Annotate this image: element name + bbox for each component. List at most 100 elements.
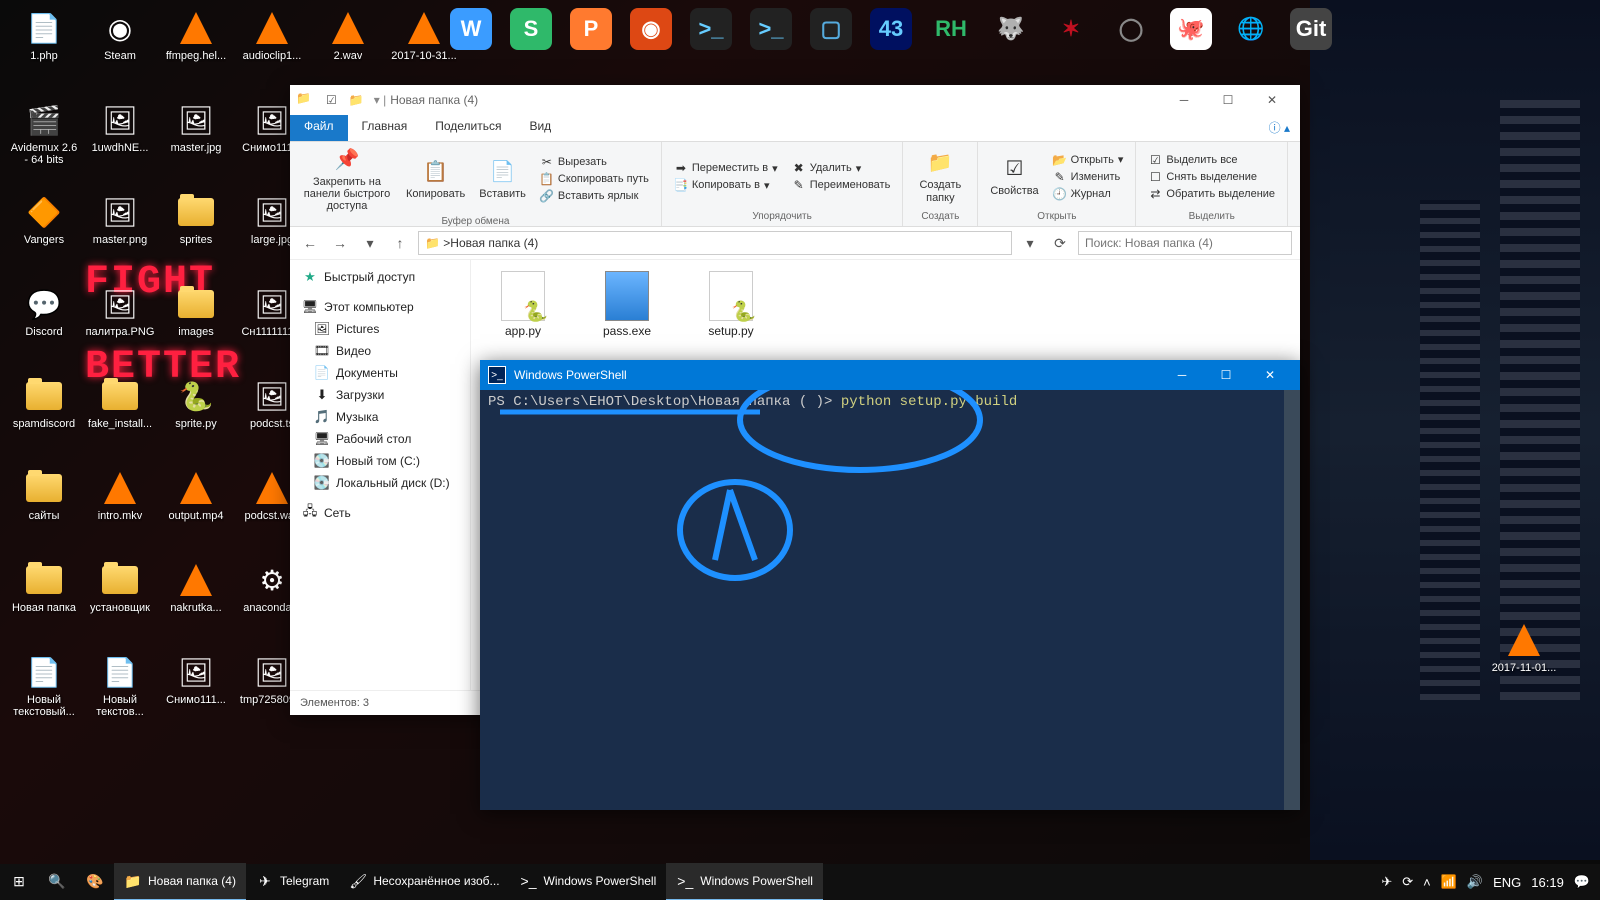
ps-maximize-button[interactable]: ☐ [1204,361,1248,389]
tray-lang[interactable]: ENG [1493,875,1521,890]
dock-chrome[interactable]: 🌐 [1230,8,1272,50]
qat-folder[interactable]: 📁 [349,93,364,107]
nav-volc[interactable]: 💽Новый том (C:) [290,450,470,472]
powershell-window[interactable]: >_ Windows PowerShell ─ ☐ ✕ PS C:\Users\… [480,360,1300,810]
file-item[interactable]: app.py [483,272,563,338]
explorer-titlebar[interactable]: 📁 ☑ 📁 ▾ | Новая папка (4) ─ ☐ ✕ [290,85,1300,115]
file-item[interactable]: setup.py [691,272,771,338]
desktop-icon[interactable]: сайты [8,468,80,556]
taskbar-ps2[interactable]: >_Windows PowerShell [666,863,823,900]
tray-sync-icon[interactable]: ⟳ [1402,874,1413,890]
system-tray[interactable]: ✈ ⟳ ˄ 📶 🔊 ENG 16:19 💬 [1371,874,1600,890]
desktop-icon[interactable]: 🖼master.png [84,192,156,280]
nav-downloads[interactable]: ⬇Загрузки [290,384,470,406]
tray-wifi-icon[interactable]: 📶 [1441,874,1457,890]
nav-video[interactable]: 🎞Видео [290,340,470,362]
desktop-icon[interactable]: nakrutka... [160,560,232,648]
dock-term2[interactable]: >_ [750,8,792,50]
file-item[interactable]: pass.exe [587,272,667,338]
dock-wps-p[interactable]: P [570,8,612,50]
ribbon-toggle[interactable]: ⓘ ▴ [1259,115,1300,141]
desktop-icon[interactable]: 📄Новый текстовый... [8,652,80,740]
dock-ubuntu[interactable]: ◉ [630,8,672,50]
newfolder-button[interactable]: 📁Создать папку [911,147,969,205]
rename-button[interactable]: ✎Переименовать [788,177,895,193]
desktop-icon[interactable]: установщик [84,560,156,648]
desktop-icon[interactable]: 📄1.php [8,8,80,96]
dock-git[interactable]: Git [1290,8,1332,50]
pasteshortcut-button[interactable]: 🔗Вставить ярлык [536,188,653,204]
refresh-button[interactable]: ⟳ [1048,231,1072,255]
taskbar-krita[interactable]: 🎨 [76,863,114,899]
taskbar-telegram[interactable]: ✈Telegram [246,863,339,899]
taskbar[interactable]: ⊞🔍🎨📁Новая папка (4)✈Telegram🖌Несохранённ… [0,864,1600,900]
nav-vold[interactable]: 💽Локальный диск (D:) [290,472,470,494]
close-button[interactable]: ✕ [1250,86,1294,114]
desktop-icon[interactable]: audioclip1... [236,8,308,96]
tab-share[interactable]: Поделиться [421,115,515,141]
desktop-icon[interactable]: ◉Steam [84,8,156,96]
desktop-icon[interactable]: intro.mkv [84,468,156,556]
selectall-button[interactable]: ☑Выделить все [1144,152,1279,168]
desktop-icon[interactable]: 🔶Vangers [8,192,80,280]
tray-notifications-icon[interactable]: 💬 [1574,874,1590,890]
pin-button[interactable]: 📌Закрепить на панели быстрого доступа [298,144,396,214]
ps-close-button[interactable]: ✕ [1248,361,1292,389]
nav-desktop[interactable]: 🖥Рабочий стол [290,428,470,450]
dock-wps-s[interactable]: S [510,8,552,50]
qat-check[interactable]: ☑ [326,93,337,107]
powershell-titlebar[interactable]: >_ Windows PowerShell ─ ☐ ✕ [480,360,1300,390]
nav-pictures[interactable]: 🖼Pictures [290,318,470,340]
dock-github[interactable]: 🐙 [1170,8,1212,50]
nav-quick[interactable]: ★Быстрый доступ [290,266,470,288]
dock-matrix[interactable]: 43 [870,8,912,50]
powershell-body[interactable]: PS C:\Users\EHOT\Desktop\Новая папка ( )… [480,390,1300,810]
taskbar-ps1[interactable]: >_Windows PowerShell [510,863,667,899]
taskbar-search[interactable]: 🔍 [38,863,76,899]
tray-clock[interactable]: 16:19 [1531,875,1564,890]
taskbar-start[interactable]: ⊞ [0,863,38,899]
delete-button[interactable]: ✖Удалить ▾ [788,160,895,176]
breadcrumb[interactable]: 📁 > Новая папка (4) [418,231,1012,255]
copy-button[interactable]: 📋Копировать [402,156,469,202]
addr-dropdown[interactable]: ▾ [1018,231,1042,255]
nav-music[interactable]: 🎵Музыка [290,406,470,428]
dock-circle[interactable]: ◯ [1110,8,1152,50]
tray-chevron-icon[interactable]: ˄ [1423,875,1431,890]
taskbar-explorer[interactable]: 📁Новая папка (4) [114,863,246,900]
desktop-icon[interactable]: 🖼палитра.PNG [84,284,156,372]
desktop-icon[interactable]: Новая папка [8,560,80,648]
tab-file[interactable]: Файл [290,115,348,141]
desktop-icon[interactable]: sprites [160,192,232,280]
dock-vbox[interactable]: ▢ [810,8,852,50]
history-button[interactable]: 🕘Журнал [1049,186,1128,202]
tab-home[interactable]: Главная [348,115,422,141]
dock-wps-w[interactable]: W [450,8,492,50]
minimize-button[interactable]: ─ [1162,86,1206,114]
moveto-button[interactable]: ➡Переместить в ▾ [670,160,782,176]
copypath-button[interactable]: 📋Скопировать путь [536,171,653,187]
scrollbar[interactable] [1284,390,1300,810]
edit-button[interactable]: ✎Изменить [1049,169,1128,185]
tab-view[interactable]: Вид [515,115,565,141]
desktop-icon[interactable]: 🖼1uwdhNE... [84,100,156,188]
dock-rh[interactable]: RH [930,8,972,50]
desktop-icon[interactable]: 🐍sprite.py [160,376,232,464]
taskbar-paint[interactable]: 🖌Несохранённое изоб... [339,863,509,899]
desktop-icon[interactable]: 2.wav [312,8,384,96]
dock-term1[interactable]: >_ [690,8,732,50]
desktop-icon[interactable]: spamdiscord [8,376,80,464]
desktop-icon[interactable]: output.mp4 [160,468,232,556]
desktop-icon[interactable]: 🖼Снимо111... [160,652,232,740]
desktop-icon[interactable]: 🖼master.jpg [160,100,232,188]
desktop-icon[interactable]: ffmpeg.hel... [160,8,232,96]
maximize-button[interactable]: ☐ [1206,86,1250,114]
desktop-icon[interactable]: 🎬Avidemux 2.6 - 64 bits [8,100,80,188]
nav-thispc[interactable]: 🖥Этот компьютер [290,296,470,318]
desktop-icon[interactable]: 💬Discord [8,284,80,372]
copyto-button[interactable]: 📑Копировать в ▾ [670,177,782,193]
dock-splat[interactable]: ✶ [1050,8,1092,50]
desktop-icon[interactable]: 📄Новый текстов... [84,652,156,740]
invert-button[interactable]: ⇄Обратить выделение [1144,186,1279,202]
up-button[interactable]: ↑ [388,231,412,255]
